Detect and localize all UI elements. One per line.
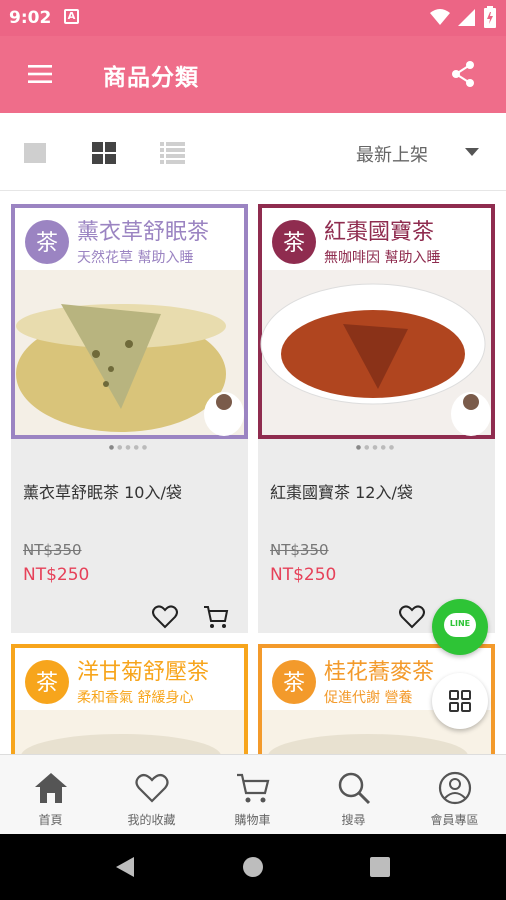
apps-grid-icon [449,690,471,712]
product-card[interactable]: 茶 紅棗國寶茶 無咖啡因 幫助入睡 ●●●●● 紅棗國寶茶 12入/袋 NT$3… [258,204,495,633]
nav-label: 購物車 [234,813,271,827]
product-image: 茶 紅棗國寶茶 無咖啡因 幫助入睡 [258,204,495,439]
system-nav-bar [0,834,506,900]
product-name: 薰衣草舒眠茶 10入/袋 [23,483,182,502]
banner-title: 桂花蕎麥茶 [324,660,434,685]
nav-label: 我的收藏 [127,813,176,827]
badge-text: 茶 [283,671,305,696]
product-name: 紅棗國寶茶 12入/袋 [270,483,413,502]
single-view-button[interactable] [24,143,46,163]
app-bar: 商品分類 [0,36,506,113]
dropdown-arrow-icon [465,148,479,156]
share-icon[interactable] [450,60,476,88]
line-chat-button[interactable]: LINE [432,599,488,655]
heart-icon[interactable] [399,604,425,630]
line-label: LINE [449,619,471,628]
home-circle-icon[interactable] [242,856,264,878]
status-time: 9:02 [9,8,52,28]
list-view-button[interactable] [160,142,185,164]
banner-title: 紅棗國寶茶 [324,220,434,245]
home-icon [35,773,67,803]
view-toolbar: 最新上架 [0,113,506,191]
page-title: 商品分類 [103,65,199,91]
battery-icon [484,6,496,28]
nav-member[interactable]: 會員專區 [404,755,505,835]
cart-icon[interactable] [203,604,229,630]
menu-icon[interactable] [28,63,52,85]
banner-subtitle: 柔和香氣 舒緩身心 [77,690,193,706]
original-price: NT$350 [270,541,329,559]
nav-favorites[interactable]: 我的收藏 [101,755,202,835]
nav-home[interactable]: 首頁 [0,755,101,835]
product-image: 茶 洋甘菊舒壓茶 柔和香氣 舒緩身心 [11,644,248,754]
grid-view-button[interactable] [92,142,116,164]
heart-icon[interactable] [152,604,178,630]
bottom-nav: 首頁 我的收藏 購物車 搜尋 會員專區 [0,754,506,834]
nav-label: 搜尋 [341,813,366,827]
banner-title: 洋甘菊舒壓茶 [77,660,209,685]
user-icon [438,771,472,805]
sale-price: NT$250 [270,565,337,585]
badge-text: 茶 [36,671,58,696]
status-icons [430,6,496,28]
back-icon[interactable] [114,855,136,879]
nav-search[interactable]: 搜尋 [303,755,404,835]
badge-text: 茶 [283,231,305,256]
nav-label: 會員專區 [430,813,479,827]
banner-subtitle: 天然花草 幫助入睡 [77,249,193,266]
badge-text: 茶 [36,231,58,256]
product-grid: 茶 薰衣草舒眠茶 天然花草 幫助入睡 ●●●●● 薰衣草舒眠茶 10入/袋 NT… [0,191,506,754]
sale-price: NT$250 [23,565,90,585]
banner-subtitle: 無咖啡因 幫助入睡 [324,250,440,266]
product-card[interactable]: 茶 薰衣草舒眠茶 天然花草 幫助入睡 ●●●●● 薰衣草舒眠茶 10入/袋 NT… [11,204,248,633]
cart-icon [237,773,270,803]
product-card[interactable]: 茶 洋甘菊舒壓茶 柔和香氣 舒緩身心 [11,644,248,754]
status-bar: 9:02 A [0,0,506,36]
notification-icon: A [64,9,79,24]
recents-icon[interactable] [370,857,390,877]
sort-dropdown[interactable]: 最新上架 [340,139,485,167]
signal-icon [458,9,475,26]
banner-title: 薰衣草舒眠茶 [77,220,209,245]
nav-cart[interactable]: 購物車 [202,755,303,835]
original-price: NT$350 [23,541,82,559]
category-menu-button[interactable] [432,673,488,729]
wifi-icon [430,9,450,25]
heart-icon [135,773,169,803]
sort-label: 最新上架 [356,145,428,166]
nav-label: 首頁 [38,813,63,827]
banner-subtitle: 促進代謝 營養 [324,689,412,706]
product-image: 茶 薰衣草舒眠茶 天然花草 幫助入睡 [11,204,248,439]
line-icon: LINE [444,613,476,637]
carousel-dots: ●●●●● [108,444,151,451]
carousel-dots: ●●●●● [355,444,398,451]
search-icon [338,772,371,805]
